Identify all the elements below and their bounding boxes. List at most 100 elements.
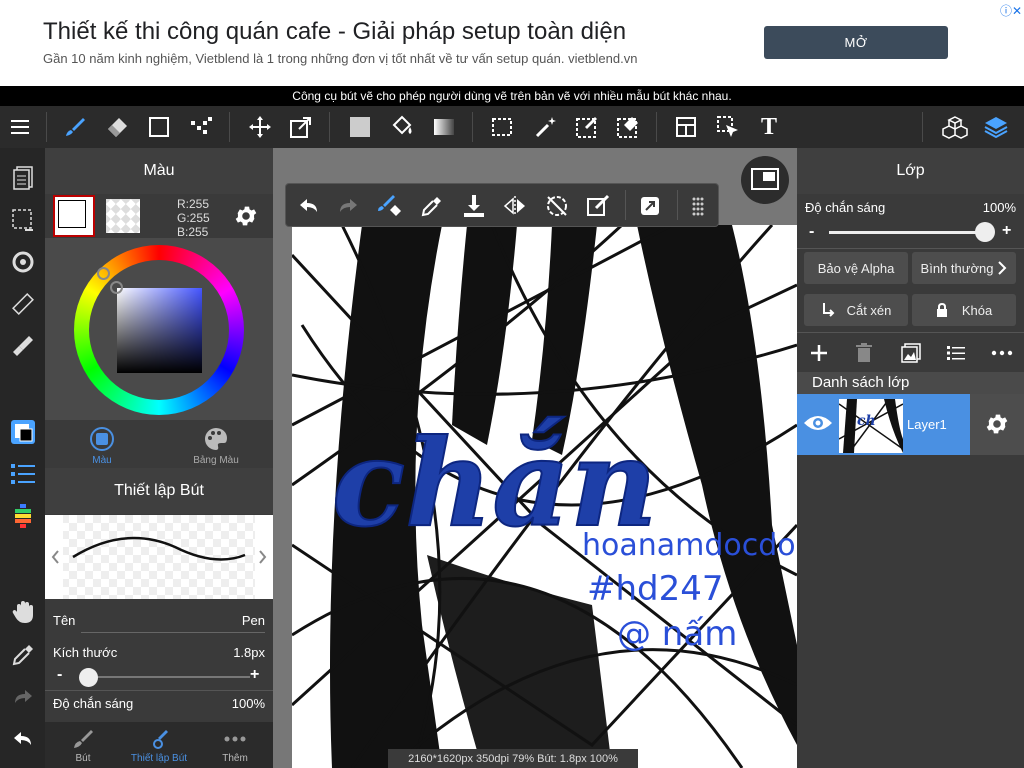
layers-icon[interactable] (982, 113, 1010, 141)
share-icon[interactable] (636, 192, 664, 220)
tab-brush-settings[interactable]: Thiết lập Bút (121, 722, 197, 768)
brush-size-value: 1.8px (233, 645, 265, 660)
lock-button[interactable]: Khóa (912, 294, 1016, 326)
layer-gear-icon (986, 414, 1008, 434)
tab-more[interactable]: Thêm (197, 722, 273, 768)
brush-list-icon[interactable] (9, 460, 37, 488)
menu-icon[interactable] (6, 113, 34, 141)
selection-icon[interactable] (9, 206, 37, 234)
bottom-tabs: Bút Thiết lập Bút Thêm (45, 722, 273, 768)
eyedropper-icon[interactable] (9, 641, 37, 669)
clip-button[interactable]: Cắt xén (804, 294, 908, 326)
svg-text:ch: ch (857, 413, 876, 429)
hand-icon[interactable] (9, 598, 37, 626)
bucket-icon[interactable] (388, 113, 416, 141)
brush-icon[interactable] (61, 113, 89, 141)
layer-name: Layer1 (907, 417, 947, 432)
color-swatch-icon[interactable] (9, 418, 37, 446)
page-icon[interactable] (9, 164, 37, 192)
undo-icon[interactable] (9, 725, 37, 753)
brush-size-row: Kích thước 1.8px (45, 645, 273, 665)
save-download-icon[interactable] (460, 192, 488, 220)
sv-picker-handle[interactable] (110, 281, 123, 294)
eye-icon[interactable] (803, 412, 833, 439)
lock-icon (936, 303, 947, 317)
blend-mode-button[interactable]: Bình thường (912, 252, 1016, 284)
tab-palette[interactable]: Bảng Màu (159, 420, 273, 468)
ad-title[interactable]: Thiết kế thi công quán cafe - Giải pháp … (43, 18, 626, 46)
rotate-icon[interactable] (9, 248, 37, 276)
eraser-icon[interactable] (103, 113, 131, 141)
magic-wand-icon[interactable] (532, 113, 560, 141)
eyedropper-icon[interactable] (418, 192, 446, 220)
ad-banner[interactable]: Thiết kế thi công quán cafe - Giải pháp … (0, 0, 1024, 86)
layer-opacity-slider-handle[interactable] (975, 222, 995, 242)
text-icon[interactable]: T (755, 113, 783, 141)
alpha-protect-button[interactable]: Bảo vệ Alpha (804, 252, 908, 284)
hue-picker-handle[interactable] (97, 267, 110, 280)
secondary-color-swatch[interactable] (106, 199, 140, 233)
drag-handle-icon[interactable] (684, 192, 712, 220)
transform-select-icon[interactable] (584, 192, 612, 220)
brush-name-label: Tên (53, 613, 76, 628)
tab-brush-settings-label: Thiết lập Bút (130, 753, 188, 764)
undo-icon[interactable] (294, 192, 322, 220)
clip-arrow-icon (822, 303, 835, 317)
brush-name-row[interactable]: Tên Pen (45, 613, 273, 637)
saturation-square[interactable] (117, 288, 202, 373)
primary-color-swatch[interactable] (53, 195, 95, 237)
select-eraser-icon[interactable] (614, 113, 642, 141)
handwriting-line2: #hd247 (587, 569, 724, 609)
ad-open-button[interactable]: MỞ (764, 26, 948, 59)
frame-icon[interactable] (672, 113, 700, 141)
drawing-canvas[interactable]: chắn hoanamdocdo #hd247 @ nấm (292, 225, 797, 768)
fill-color-icon[interactable] (346, 113, 374, 141)
redo-icon[interactable] (9, 683, 37, 711)
3d-cube-icon[interactable] (941, 113, 969, 141)
delete-layer-icon[interactable] (855, 343, 873, 368)
rectangle-icon[interactable] (145, 113, 173, 141)
add-layer-icon[interactable] (809, 343, 829, 368)
layer-list-icon[interactable] (947, 345, 965, 366)
layer-opacity-minus[interactable]: - (809, 223, 814, 241)
rgb-b: B:255 (177, 225, 209, 239)
rgb-r: R:255 (177, 197, 210, 211)
transform-icon[interactable] (287, 113, 315, 141)
more-options-icon[interactable] (991, 345, 1013, 366)
color-settings-gear-icon[interactable] (233, 203, 259, 234)
brush-size-minus[interactable]: - (57, 666, 62, 684)
layer-opacity-plus[interactable]: + (1002, 222, 1011, 240)
flip-horizontal-icon[interactable] (501, 192, 529, 220)
tab-color-label: Màu (92, 455, 112, 466)
navigator-button[interactable] (741, 156, 789, 204)
redo-icon[interactable] (335, 192, 363, 220)
gradient-icon[interactable] (430, 113, 458, 141)
canvas-status-bar: 2160*1620px 350dpi 79% Bút: 1.8px 100% (388, 749, 638, 768)
select-pen-icon[interactable] (573, 113, 601, 141)
brush-size-slider-handle[interactable] (79, 668, 98, 687)
ruler-icon[interactable] (9, 290, 37, 318)
dot-pattern-icon[interactable] (187, 113, 215, 141)
move-icon[interactable] (246, 113, 274, 141)
tab-brush-label: Bút (75, 753, 91, 764)
select-rect-icon[interactable] (488, 113, 516, 141)
layer-image-icon[interactable] (901, 343, 921, 368)
fill-pen-icon[interactable] (9, 332, 37, 360)
brush-eraser-toggle-icon[interactable] (376, 192, 404, 220)
layer-thumbnail: ch (839, 399, 903, 453)
ad-subtitle[interactable]: Gần 10 năm kinh nghiệm, Vietblend là 1 t… (43, 51, 637, 66)
canvas-area[interactable]: chắn hoanamdocdo #hd247 @ nấm (273, 148, 797, 768)
tab-brush[interactable]: Bút (45, 722, 121, 768)
palette-strip-icon[interactable] (9, 502, 37, 530)
brush-size-slider[interactable] (85, 676, 250, 678)
tab-color[interactable]: Màu (45, 420, 159, 468)
rotate-reset-icon[interactable] (543, 192, 571, 220)
layer-row[interactable]: ch Layer1 (797, 394, 970, 455)
pointer-icon[interactable] (714, 113, 742, 141)
layer-opacity-slider[interactable] (829, 231, 987, 234)
brush-size-plus[interactable]: + (250, 666, 259, 684)
layer-settings-button[interactable] (970, 394, 1024, 455)
brush-name-value: Pen (241, 613, 265, 628)
layer-opacity-value: 100% (982, 200, 1016, 215)
ad-info-icon[interactable]: ⓘ✕ (1000, 2, 1022, 18)
